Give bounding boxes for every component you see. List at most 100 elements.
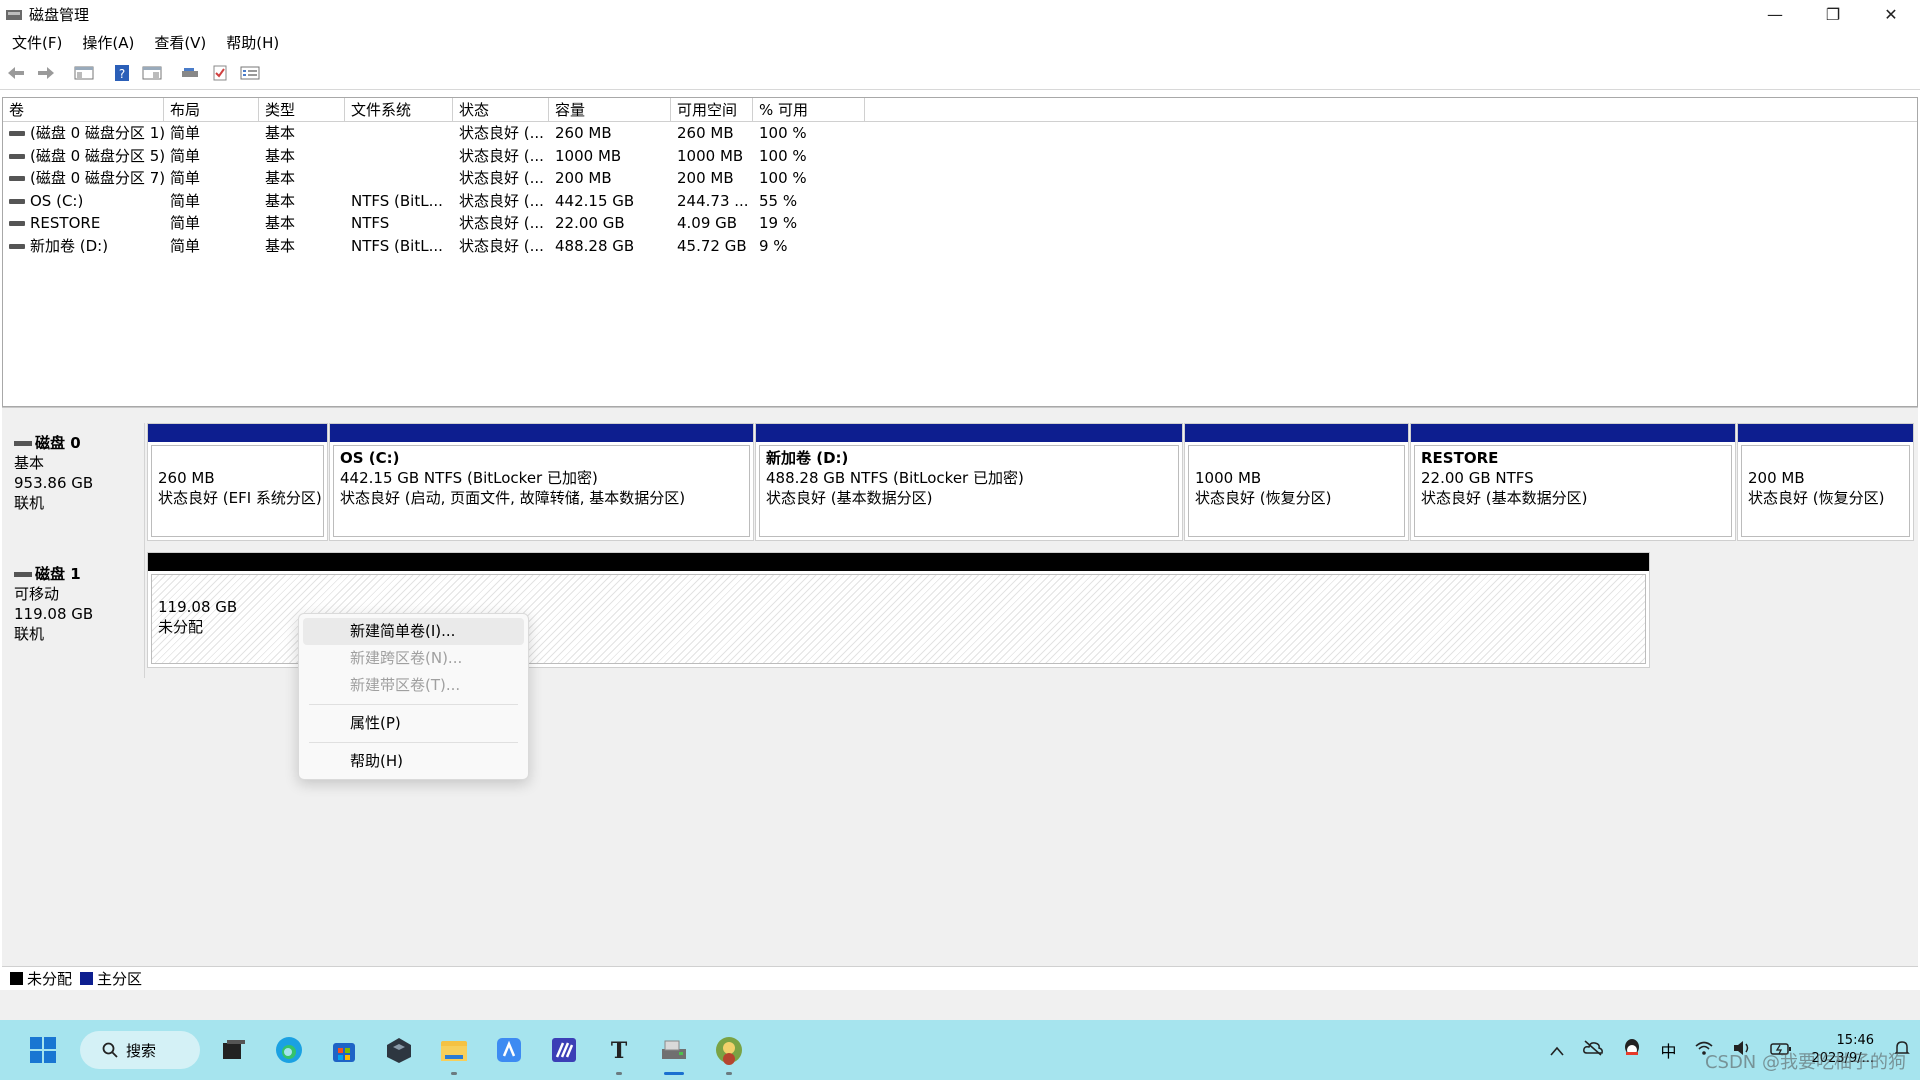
cell-filesystem: NTFS (BitL... (351, 236, 443, 255)
partition-status: 状态良好 (启动, 页面文件, 故障转储, 基本数据分区) (340, 489, 686, 507)
partition-efi[interactable]: 260 MB 状态良好 (EFI 系统分区) (147, 423, 328, 541)
menu-view[interactable]: 查看(V) (146, 32, 214, 53)
table-row[interactable]: 新加卷 (D:) 简单 基本 NTFS (BitL... 状态良好 (... 488.28… (3, 235, 1917, 258)
search-label: 搜索 (126, 1041, 157, 1060)
table-row[interactable]: RESTORE 简单 基本 NTFS 状态良好 (... 22.00 GB 4.09 GB 1… (3, 212, 1917, 235)
help-icon[interactable]: ? (108, 61, 136, 85)
back-icon[interactable] (2, 61, 30, 85)
cell-free-space: 45.72 GB (677, 236, 747, 255)
partition-name: 新加卷 (D:) (766, 449, 849, 467)
close-button[interactable]: ✕ (1862, 0, 1920, 29)
unallocated-bar (148, 553, 1649, 571)
cell-status: 状态良好 (... (459, 169, 544, 187)
cell-free-space: 260 MB (677, 124, 734, 142)
col-volume[interactable]: 卷 (3, 98, 164, 121)
chevron-up-icon[interactable] (1550, 1041, 1565, 1060)
disk0-status: 联机 (14, 494, 45, 512)
task-view-icon[interactable] (213, 1029, 255, 1071)
taskbar-search[interactable]: 搜索 (80, 1031, 200, 1069)
cell-percent-free: 55 % (759, 191, 798, 210)
disk0-label[interactable]: 磁盘 0 基本 953.86 GB 联机 (4, 423, 145, 555)
volume-icon (9, 176, 25, 181)
minimize-button[interactable]: — (1746, 0, 1804, 29)
col-filesystem[interactable]: 文件系统 (345, 98, 453, 121)
cell-layout: 简单 (170, 236, 201, 255)
disk-management-icon (6, 9, 22, 20)
menu-help-item[interactable]: 帮助(H) (303, 748, 524, 775)
check-icon[interactable] (206, 61, 234, 85)
restore-button[interactable]: ❐ (1804, 0, 1862, 29)
typora-icon[interactable]: T (598, 1029, 640, 1075)
menu-properties[interactable]: 属性(P) (303, 710, 524, 737)
title-bar: 磁盘管理 — ❐ ✕ (0, 0, 1920, 29)
volume-icon (9, 153, 25, 159)
primary-swatch (80, 972, 94, 985)
col-free-space[interactable]: 可用空间 (671, 98, 753, 121)
cell-status: 状态良好 (... (459, 124, 544, 142)
table-row[interactable]: OS (C:) 简单 基本 NTFS (BitL... 状态良好 (... 442.15 … (3, 190, 1917, 213)
menu-separator (309, 704, 518, 705)
disk1-size: 119.08 GB (14, 605, 94, 623)
cell-filesystem (345, 167, 453, 190)
col-layout[interactable]: 布局 (164, 98, 259, 121)
primary-partition-bar (756, 424, 1182, 442)
menu-action[interactable]: 操作(A) (74, 32, 142, 53)
volume-name-text: (磁盘 0 磁盘分区 1) (30, 124, 164, 142)
partition-new-d[interactable]: 新加卷 (D:) 488.28 GB NTFS (BitLocker 已加密) … (755, 423, 1183, 541)
toolbar: ? (0, 57, 1920, 90)
partition-name (158, 448, 317, 468)
partition-size: 22.00 GB NTFS (1421, 469, 1534, 487)
volume-list-header: 卷 布局 类型 文件系统 状态 容量 可用空间 % 可用 (3, 98, 1917, 122)
table-row[interactable]: (磁盘 0 磁盘分区 5) 简单 基本 状态良好 (... 1000 MB 1000 MB… (3, 145, 1917, 168)
ime-indicator[interactable]: 中 (1660, 1038, 1676, 1062)
partition-size: 1000 MB (1195, 469, 1262, 487)
volume-name-text: 新加卷 (D:) (30, 236, 109, 255)
cell-volume-name: (磁盘 0 磁盘分区 5) (3, 145, 164, 168)
console-tree-icon[interactable] (70, 61, 98, 85)
start-icon[interactable] (22, 1029, 64, 1071)
app-cube-icon[interactable] (378, 1029, 420, 1071)
cell-layout: 简单 (170, 214, 201, 232)
disk0-name: 磁盘 0 (35, 434, 81, 452)
cell-layout: 简单 (170, 146, 201, 165)
cell-free-space: 4.09 GB (677, 214, 738, 232)
partition-recovery-1[interactable]: 1000 MB 状态良好 (恢复分区) (1184, 423, 1409, 541)
disk-icon[interactable] (176, 61, 204, 85)
menu-file[interactable]: 文件(F) (4, 32, 70, 53)
app-blue-icon[interactable] (488, 1029, 530, 1071)
disk0-type: 基本 (14, 454, 45, 472)
table-row[interactable]: (磁盘 0 磁盘分区 7) 简单 基本 状态良好 (... 200 MB 200 MB 10… (3, 167, 1917, 190)
col-type[interactable]: 类型 (259, 98, 345, 121)
table-row[interactable]: (磁盘 0 磁盘分区 1) 简单 基本 状态良好 (... 260 MB 260 MB 10… (3, 122, 1917, 145)
partition-recovery-2[interactable]: 200 MB 状态良好 (恢复分区) (1737, 423, 1914, 541)
col-percent-free[interactable]: % 可用 (753, 98, 865, 121)
forward-icon[interactable] (32, 61, 60, 85)
edge-icon[interactable] (268, 1029, 310, 1071)
partition-restore[interactable]: RESTORE 22.00 GB NTFS 状态良好 (基本数据分区) (1410, 423, 1736, 541)
cell-percent-free: 19 % (759, 214, 798, 232)
menu-new-simple-volume[interactable]: 新建简单卷(I)... (303, 618, 524, 645)
onedrive-off-icon[interactable] (1582, 1040, 1604, 1060)
menu-help[interactable]: 帮助(H) (218, 32, 287, 53)
disk1-label[interactable]: 磁盘 1 可移动 119.08 GB 联机 (4, 554, 145, 678)
list-icon[interactable] (236, 61, 264, 85)
store-icon[interactable] (323, 1029, 365, 1071)
col-capacity[interactable]: 容量 (549, 98, 671, 121)
primary-partition-bar (1738, 424, 1913, 442)
panel-icon[interactable] (138, 61, 166, 85)
qq-icon[interactable] (1622, 1037, 1642, 1063)
disk-management-taskbar-icon[interactable] (653, 1029, 695, 1075)
cell-type: 基本 (265, 124, 296, 142)
disk0-size: 953.86 GB (14, 474, 94, 492)
cell-volume-name: OS (C:) (3, 190, 164, 213)
volume-icon (9, 131, 25, 136)
cell-filesystem: NTFS (BitL... (351, 191, 443, 210)
file-explorer-icon[interactable] (433, 1029, 475, 1075)
volume-rows: (磁盘 0 磁盘分区 1) 简单 基本 状态良好 (... 260 MB 260 MB 10… (3, 122, 1917, 257)
partition-status: 状态良好 (恢复分区) (1195, 489, 1332, 507)
partition-os-c[interactable]: OS (C:) 442.15 GB NTFS (BitLocker 已加密) 状… (329, 423, 754, 541)
app-vs-icon[interactable] (543, 1029, 585, 1071)
col-status[interactable]: 状态 (453, 98, 549, 121)
cell-percent-free: 100 % (759, 146, 807, 165)
app-avatar-icon[interactable] (708, 1029, 750, 1075)
